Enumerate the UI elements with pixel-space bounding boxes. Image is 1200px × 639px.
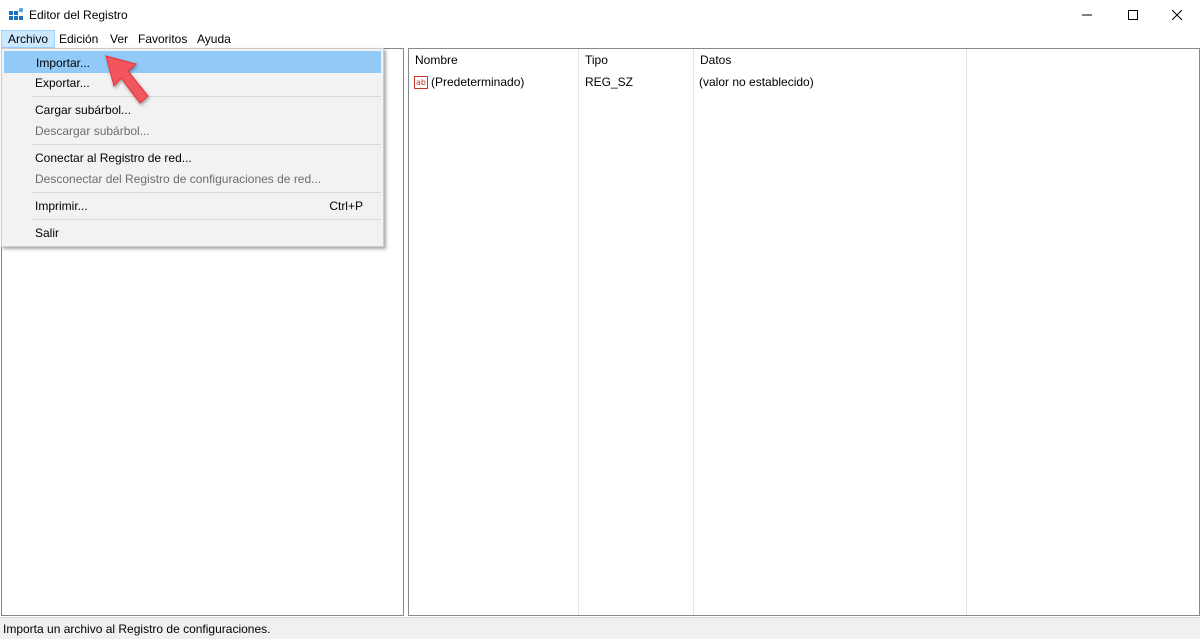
column-header-datos[interactable]: Datos: [694, 49, 966, 71]
menu-item-label: Importar...: [36, 56, 91, 70]
menu-item-salir[interactable]: Salir: [4, 222, 381, 244]
menu-item-conectar-registro[interactable]: Conectar al Registro de red...: [4, 147, 381, 169]
annotation-arrow-icon: [105, 55, 149, 104]
file-menu-dropdown: Importar... Exportar... Cargar subárbol.…: [1, 48, 384, 247]
menu-ver[interactable]: Ver: [104, 30, 134, 48]
column-divider[interactable]: [693, 49, 694, 615]
menu-ayuda[interactable]: Ayuda: [191, 30, 237, 48]
menu-item-imprimir[interactable]: Imprimir... Ctrl+P: [4, 195, 381, 217]
string-value-icon: ab: [414, 76, 428, 89]
svg-text:ab: ab: [416, 78, 426, 87]
window-title: Editor del Registro: [29, 8, 128, 22]
menu-edicion[interactable]: Edición: [53, 30, 104, 48]
close-icon: [1172, 10, 1182, 20]
menu-item-descargar-subarbol[interactable]: Descargar subárbol...: [4, 120, 381, 142]
menu-separator: [32, 96, 381, 97]
registry-editor-icon: [9, 8, 23, 20]
menu-separator: [32, 219, 381, 220]
menu-item-label: Desconectar del Registro de configuracio…: [35, 172, 322, 186]
menu-separator: [32, 144, 381, 145]
column-header-tipo[interactable]: Tipo: [579, 49, 693, 71]
menu-item-shortcut: Ctrl+P: [329, 199, 363, 213]
status-text: Importa un archivo al Registro de config…: [3, 622, 271, 636]
column-divider[interactable]: [966, 49, 967, 615]
maximize-button[interactable]: [1110, 0, 1156, 30]
menu-item-label: Imprimir...: [35, 199, 88, 213]
registry-editor-window: Editor del Registro Archivo Edición Ver …: [0, 0, 1200, 639]
title-bar: Editor del Registro: [0, 0, 1200, 30]
value-name: (Predeterminado): [431, 75, 525, 89]
menu-archivo[interactable]: Archivo: [1, 30, 56, 48]
column-divider[interactable]: [578, 49, 579, 615]
menu-favoritos[interactable]: Favoritos: [132, 30, 193, 48]
menu-bar: Archivo Edición Ver Favoritos Ayuda: [0, 30, 1200, 48]
menu-item-label: Salir: [35, 226, 60, 240]
menu-item-cargar-subarbol[interactable]: Cargar subárbol...: [4, 99, 381, 121]
menu-item-label: Conectar al Registro de red...: [35, 151, 192, 165]
column-header-nombre[interactable]: Nombre: [409, 49, 578, 71]
menu-item-exportar[interactable]: Exportar...: [4, 72, 381, 94]
value-type: REG_SZ: [585, 75, 634, 89]
menu-separator: [32, 192, 381, 193]
close-button[interactable]: [1154, 0, 1200, 30]
menu-item-label: Descargar subárbol...: [35, 124, 150, 138]
values-list-pane[interactable]: Nombre Tipo Datos ab (Predeterminado) RE…: [408, 48, 1200, 616]
minimize-button[interactable]: [1064, 0, 1110, 30]
menu-item-desconectar-registro[interactable]: Desconectar del Registro de configuracio…: [4, 168, 381, 190]
menu-item-importar[interactable]: Importar...: [4, 51, 381, 73]
value-data: (valor no establecido): [699, 75, 814, 89]
minimize-icon: [1082, 14, 1092, 16]
status-bar: Importa un archivo al Registro de config…: [0, 617, 1200, 639]
maximize-icon: [1128, 10, 1138, 20]
menu-item-label: Exportar...: [35, 76, 90, 90]
